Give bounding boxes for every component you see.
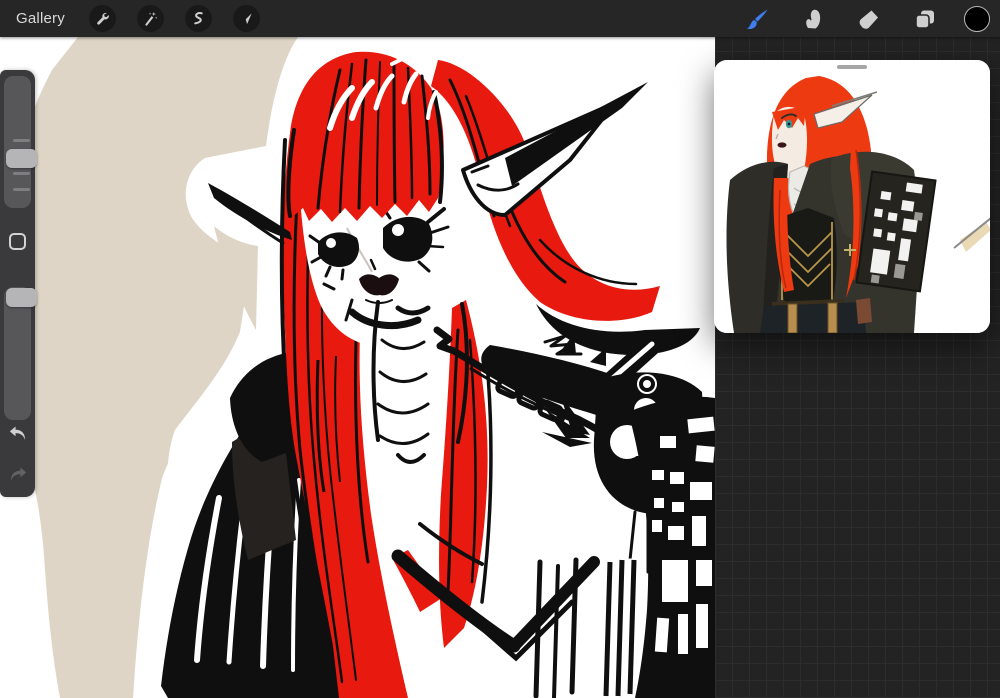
smudge-button[interactable] <box>796 5 830 32</box>
adjustments-button[interactable] <box>137 5 165 32</box>
paint-button[interactable] <box>740 5 774 32</box>
selection-s-icon <box>194 12 204 25</box>
reference-image <box>714 60 990 333</box>
smudge-icon <box>806 9 821 28</box>
color-circle-icon[interactable] <box>964 5 990 32</box>
opacity-slider[interactable] <box>4 287 37 420</box>
procreate-app: Gallery <box>0 0 1000 698</box>
eraser-icon <box>859 10 878 29</box>
slider-tick <box>13 139 30 142</box>
actions-button[interactable] <box>89 5 117 32</box>
undo-button[interactable] <box>6 421 30 445</box>
canvas-artwork <box>0 37 715 698</box>
slider-tick <box>13 172 30 175</box>
layers-button[interactable] <box>908 5 942 32</box>
wrench-icon <box>97 12 110 25</box>
redo-button[interactable] <box>6 462 30 486</box>
gallery-button[interactable]: Gallery <box>16 10 65 27</box>
undo-icon <box>9 426 25 440</box>
slider-tick <box>13 188 30 191</box>
brush-size-slider[interactable] <box>4 76 37 208</box>
brush-size-handle[interactable] <box>6 149 37 168</box>
reference-panel[interactable] <box>714 60 990 333</box>
transform-button[interactable] <box>233 5 261 32</box>
drawing-canvas[interactable] <box>0 37 715 698</box>
top-toolbar: Gallery <box>0 0 1000 37</box>
opacity-handle[interactable] <box>6 288 37 307</box>
selection-button[interactable] <box>185 5 213 32</box>
magic-wand-icon <box>145 11 158 26</box>
brush-icon <box>747 9 768 29</box>
modify-button[interactable] <box>9 233 26 250</box>
erase-button[interactable] <box>852 5 886 32</box>
panel-drag-handle[interactable] <box>837 65 867 69</box>
layers-icon <box>915 10 934 29</box>
brush-sidebar <box>0 70 37 497</box>
redo-icon <box>11 467 27 481</box>
transform-arrow-icon <box>241 13 253 25</box>
